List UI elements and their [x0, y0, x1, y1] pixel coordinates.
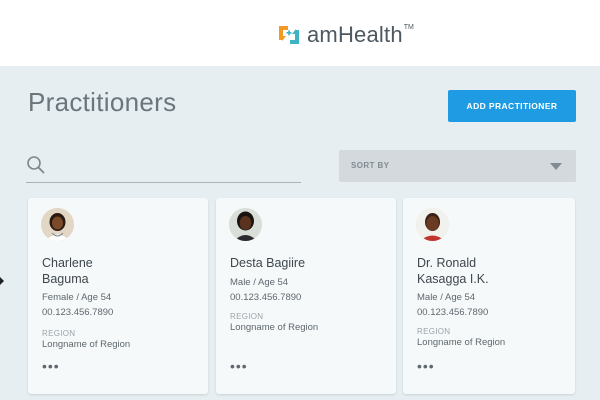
- region-label: REGION: [230, 312, 264, 321]
- search-bar: [26, 150, 301, 183]
- more-options-icon[interactable]: •••: [42, 359, 60, 373]
- brand-name: amHealth: [307, 22, 403, 47]
- logo-icon: [279, 26, 299, 44]
- phone-number: 00.123.456.7890: [42, 307, 114, 318]
- brand-trademark: TM: [403, 24, 414, 31]
- add-practitioner-button[interactable]: ADD PRACTITIONER: [448, 90, 576, 122]
- avatar: [41, 208, 74, 241]
- practitioner-card[interactable]: Charlene Baguma Female / Age 54 00.123.4…: [28, 198, 208, 394]
- sort-dropdown[interactable]: SORT BY: [339, 150, 576, 182]
- sort-label: SORT BY: [351, 161, 390, 170]
- region-value: Longname of Region: [42, 339, 131, 350]
- avatar: [416, 208, 449, 241]
- phone-number: 00.123.456.7890: [417, 307, 489, 318]
- chevron-down-icon: [550, 163, 562, 170]
- gender-age: Female / Age 54: [42, 292, 112, 303]
- more-options-icon[interactable]: •••: [230, 359, 248, 373]
- more-options-icon[interactable]: •••: [417, 359, 435, 373]
- practitioner-card[interactable]: Dr. Ronald Kasagga I.K. Male / Age 54 00…: [403, 198, 575, 394]
- region-value: Longname of Region: [417, 337, 506, 348]
- region-label: REGION: [417, 327, 451, 336]
- brand-logo[interactable]: amHealth TM: [277, 22, 414, 48]
- gender-age: Male / Age 54: [230, 277, 289, 288]
- avatar: [229, 208, 262, 241]
- caret-right-icon: [0, 277, 4, 285]
- region-value: Longname of Region: [230, 322, 319, 333]
- app-header: amHealth TM: [0, 0, 600, 66]
- region-label: REGION: [42, 329, 76, 338]
- phone-number: 00.123.456.7890: [230, 292, 302, 303]
- search-icon[interactable]: [26, 155, 46, 175]
- search-input[interactable]: [54, 154, 298, 178]
- practitioner-card[interactable]: Desta Bagiire Male / Age 54 00.123.456.7…: [216, 198, 396, 394]
- practitioner-name: Dr. Ronald Kasagga I.K.: [417, 256, 489, 286]
- practitioner-name: Charlene Baguma: [42, 256, 93, 286]
- practitioner-name: Desta Bagiire: [230, 256, 306, 270]
- gender-age: Male / Age 54: [417, 292, 476, 303]
- page-title: Practitioners: [28, 87, 177, 117]
